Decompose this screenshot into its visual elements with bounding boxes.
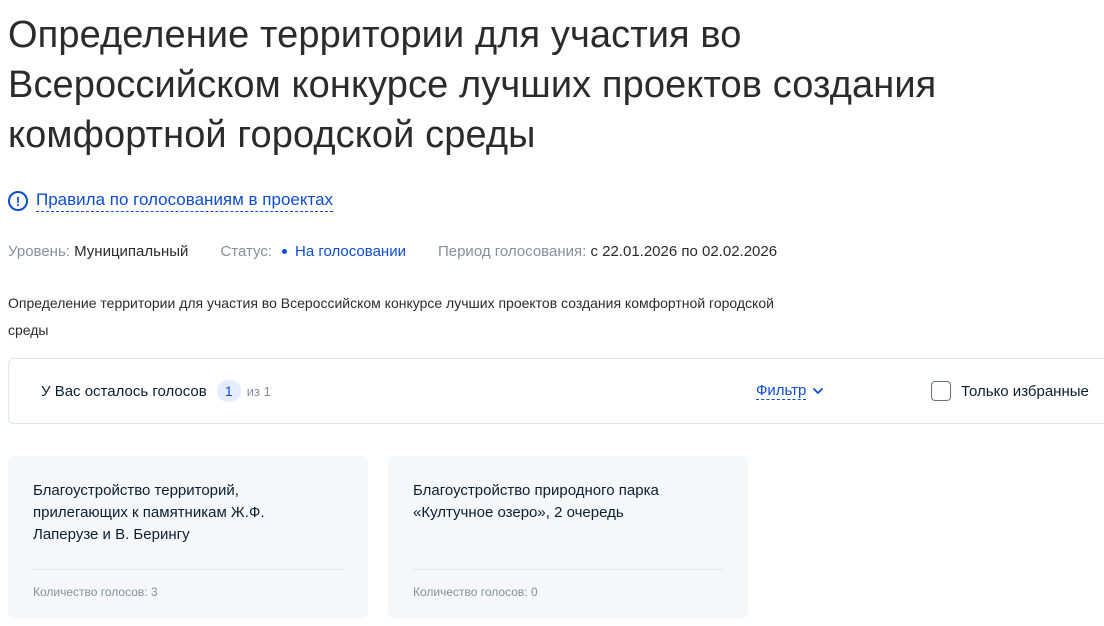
status-dot-icon [282, 249, 287, 254]
filter-button[interactable]: Фильтр [756, 382, 824, 400]
level-field: Уровень: Муниципальный [8, 243, 188, 260]
favorites-only-label[interactable]: Только избранные [961, 383, 1089, 400]
total-votes: из 1 [246, 383, 271, 399]
project-card-title: Благоустройство территорий, прилегающих … [33, 482, 265, 543]
voting-page: Определение территории для участия во Вс… [0, 0, 1104, 626]
status-badge: На голосовании [295, 243, 406, 260]
period-field: Период голосования: с 22.01.2026 по 02.0… [438, 243, 777, 260]
project-description: Определение территории для участия во Вс… [8, 295, 774, 338]
exclamation-circle-icon: ! [8, 191, 28, 211]
level-value: Муниципальный [74, 243, 189, 260]
card-divider [413, 569, 723, 570]
filter-label[interactable]: Фильтр [756, 382, 807, 400]
rules-link-row[interactable]: ! Правила по голосованиям в проектах [8, 190, 334, 212]
period-key: Период голосования: [437, 243, 587, 260]
status-field: Статус: На голосовании [220, 243, 406, 260]
project-card[interactable]: Благоустройство территорий, прилегающих … [8, 456, 368, 618]
page-title: Определение территории для участия во Вс… [8, 14, 937, 156]
project-card-votes: Количество голосов: 3 [33, 585, 158, 599]
votes-toolbar: У Вас осталось голосов 1 из 1 Фильтр Тол… [8, 358, 1104, 424]
project-meta: Уровень: Муниципальный Статус: На голосо… [8, 243, 809, 260]
remaining-votes: У Вас осталось голосов 1 из 1 [41, 380, 271, 402]
status-key: Статус: [220, 243, 272, 260]
period-value: с 22.01.2026 по 02.02.2026 [590, 243, 778, 260]
favorites-only-toggle[interactable]: Только избранные [931, 381, 1089, 401]
level-key: Уровень: [8, 243, 70, 260]
favorites-only-checkbox[interactable] [931, 381, 951, 401]
remaining-votes-count: 1 [216, 380, 241, 402]
project-card[interactable]: Благоустройство природного парка «Култуч… [388, 456, 748, 618]
remaining-votes-label: У Вас осталось голосов [41, 382, 207, 400]
rules-link[interactable]: Правила по голосованиям в проектах [36, 190, 334, 212]
chevron-down-icon [813, 388, 824, 394]
project-card-votes: Количество голосов: 0 [413, 585, 538, 599]
card-divider [33, 569, 343, 570]
project-card-title: Благоустройство природного парка «Култуч… [413, 482, 659, 521]
